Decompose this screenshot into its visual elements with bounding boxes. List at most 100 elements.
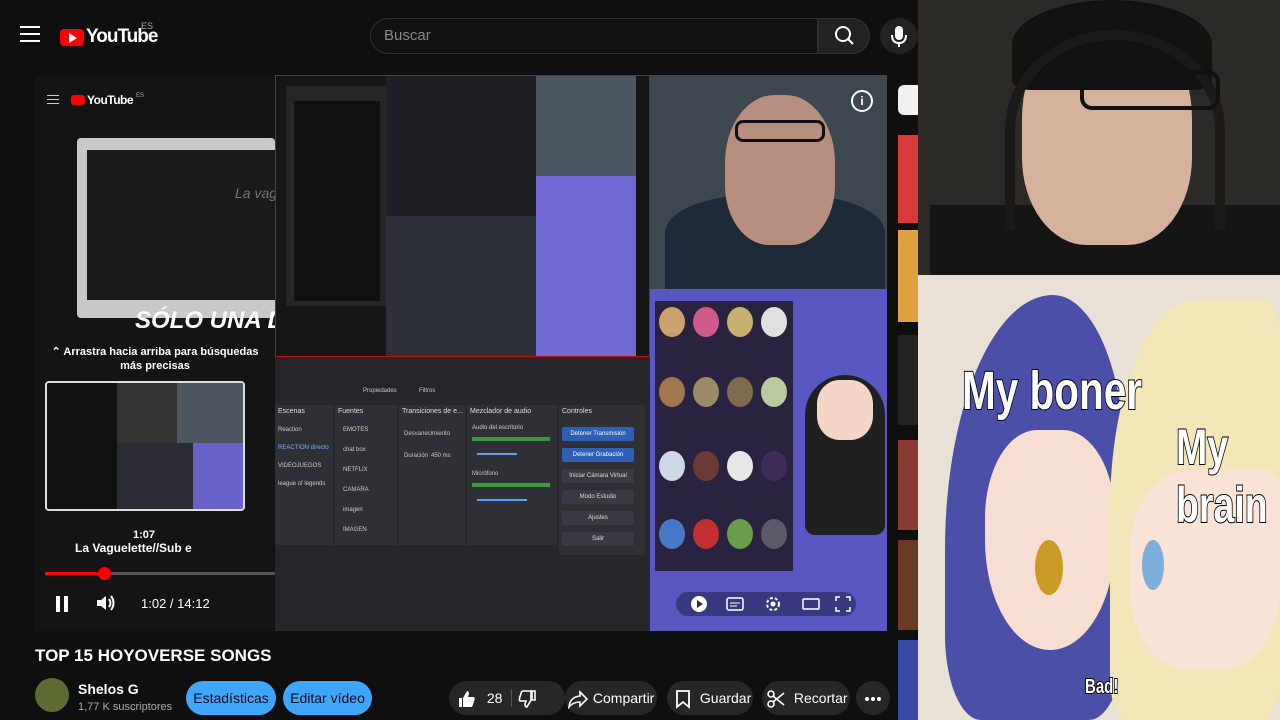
obs-exit-button: Salir	[562, 532, 634, 546]
obs-source-item: imagen	[343, 507, 363, 513]
obs-controls-panel: Controles Detener Transmisión Detener Gr…	[559, 405, 645, 555]
more-actions-button[interactable]	[856, 681, 890, 715]
video-player[interactable]: YouTube ES La vague SÓLO UNA DE ⌃ Arrast…	[35, 75, 887, 631]
tier-list-grid	[655, 301, 793, 571]
fullscreen-icon[interactable]	[834, 595, 852, 613]
drag-hint: ⌃ Arrastra hacia arriba para búsquedas m…	[51, 346, 259, 372]
obs-studio-mode-button: Modo Estudio	[562, 490, 634, 504]
share-icon	[567, 690, 589, 710]
menu-icon[interactable]	[20, 26, 40, 42]
youtube-play-icon	[60, 28, 84, 46]
thumbs-up-icon	[459, 691, 475, 708]
share-button[interactable]: Compartir	[565, 681, 657, 715]
stats-button[interactable]: Estadísticas	[186, 681, 276, 715]
preview-time: 1:07	[133, 529, 156, 541]
embedded-youtube-logo: YouTube ES	[71, 93, 144, 107]
obs-source-item: CAMARA	[343, 487, 369, 493]
obs-duration-label: Duración	[404, 453, 429, 459]
obs-scenes-header: Escenas	[278, 408, 305, 415]
logo-region: ES	[141, 21, 154, 31]
headphones	[1005, 30, 1225, 230]
scissors-icon	[767, 690, 785, 709]
sidebar-thumbnail[interactable]	[898, 640, 918, 720]
webcam-glasses	[1080, 70, 1220, 110]
obs-mixer-item: Audio del escritorio	[472, 425, 524, 431]
progress-scrubber[interactable]	[98, 567, 111, 580]
obs-filters-label: Filtros	[419, 388, 436, 394]
obs-mixer-item: Micrófono	[472, 471, 499, 477]
obs-sources-panel: Fuentes EMOTES chat box NETFLIX CAMARA i…	[335, 405, 397, 545]
sidebar-thumbnail[interactable]	[898, 135, 918, 223]
search-icon	[835, 26, 854, 45]
volume-icon[interactable]	[95, 593, 117, 613]
drawn-avatar-face	[817, 380, 873, 440]
sidebar-thumbnail[interactable]	[898, 540, 918, 630]
sidebar-thumbnail[interactable]	[898, 440, 918, 530]
embedded-logo-text: YouTube	[87, 93, 134, 107]
bookmark-icon	[676, 690, 690, 710]
info-icon[interactable]: i	[851, 90, 873, 112]
subscriber-count: 1,77 K suscriptores	[78, 701, 173, 713]
settings-gear-icon[interactable]	[764, 595, 782, 613]
autoplay-icon[interactable]	[690, 595, 708, 613]
more-horizontal-icon	[865, 697, 881, 702]
obs-scene-item: REACTION directo	[278, 445, 329, 451]
channel-name[interactable]: Shelos G	[78, 681, 139, 697]
dislike-button[interactable]	[517, 681, 557, 715]
meme-caption-left: My boner	[961, 360, 1143, 422]
search-button[interactable]	[818, 18, 870, 54]
share-label: Compartir	[592, 690, 655, 706]
obs-scenes-panel: Escenas Reaction REACTION directo VIDEOJ…	[275, 405, 333, 545]
meme-girl-right-eye	[1142, 540, 1164, 590]
obs-transition-value: Desvanecimiento	[404, 431, 451, 437]
sidebar-thumbnail[interactable]	[898, 230, 918, 322]
player-controls-right	[676, 592, 856, 616]
meme-girl-left-eye	[1035, 540, 1063, 595]
progress-fill	[45, 572, 104, 575]
embedded-menu-icon	[47, 95, 59, 105]
video-title: TOP 15 HOYOVERSE SONGS	[35, 646, 272, 665]
meme-caption-right: My brain	[1175, 418, 1268, 534]
seek-preview-thumbnail	[45, 381, 245, 511]
obs-mixer-panel: Mezclador de audio Audio del escritorio …	[467, 405, 557, 545]
like-divider	[511, 689, 512, 707]
theater-mode-icon[interactable]	[802, 595, 820, 613]
obs-source-item: EMOTES	[343, 427, 369, 433]
sidebar-chip[interactable]	[898, 85, 918, 115]
channel-avatar[interactable]	[35, 678, 69, 712]
microphone-icon	[891, 26, 907, 47]
obs-transitions-panel: Transiciones de e... Desvanecimiento Dur…	[399, 405, 465, 545]
embedded-logo-region: ES	[136, 93, 145, 99]
obs-source-item: NETFLIX	[343, 467, 368, 473]
clip-button[interactable]: Recortar	[762, 681, 850, 715]
obs-source-item: chat box	[343, 447, 366, 453]
obs-source-item: IMAGEN	[343, 527, 367, 533]
sidebar-thumbnail[interactable]	[898, 335, 918, 425]
search-input[interactable]: Buscar	[370, 18, 818, 54]
like-button[interactable]: 28	[457, 681, 519, 715]
like-dislike-group: 28	[449, 681, 565, 715]
obs-scene-item: Reaction	[278, 427, 302, 433]
obs-transitions-header: Transiciones de e...	[402, 408, 463, 415]
obs-settings-button: Ajustes	[562, 511, 634, 525]
obs-duration-value: 450 ms	[431, 453, 451, 459]
subtitles-icon[interactable]	[726, 595, 744, 613]
like-count: 28	[486, 690, 503, 706]
clip-label: Recortar	[793, 690, 848, 706]
thumbs-down-icon	[518, 690, 536, 709]
obs-controls-header: Controles	[562, 408, 592, 415]
save-button[interactable]: Guardar	[667, 681, 753, 715]
obs-properties-label: Propiedades	[363, 388, 397, 394]
obs-stop-stream-button: Detener Transmisión	[562, 427, 634, 441]
save-label: Guardar	[699, 690, 752, 706]
embedded-webcam-face	[725, 95, 835, 245]
obs-virtual-cam-button: Iniciar Cámara Virtual	[562, 469, 634, 483]
edit-video-button[interactable]: Editar vídeo	[283, 681, 372, 715]
time-display: 1:02 / 14:12	[141, 596, 210, 611]
obs-preview	[275, 75, 650, 357]
meme-caption-bottom: Bad!	[1084, 675, 1119, 699]
pause-icon[interactable]	[56, 596, 68, 612]
obs-mixer-header: Mezclador de audio	[470, 408, 532, 415]
embedded-channel-name: La Vaguelette//Sub e	[75, 541, 192, 555]
voice-search-button[interactable]	[880, 18, 918, 54]
